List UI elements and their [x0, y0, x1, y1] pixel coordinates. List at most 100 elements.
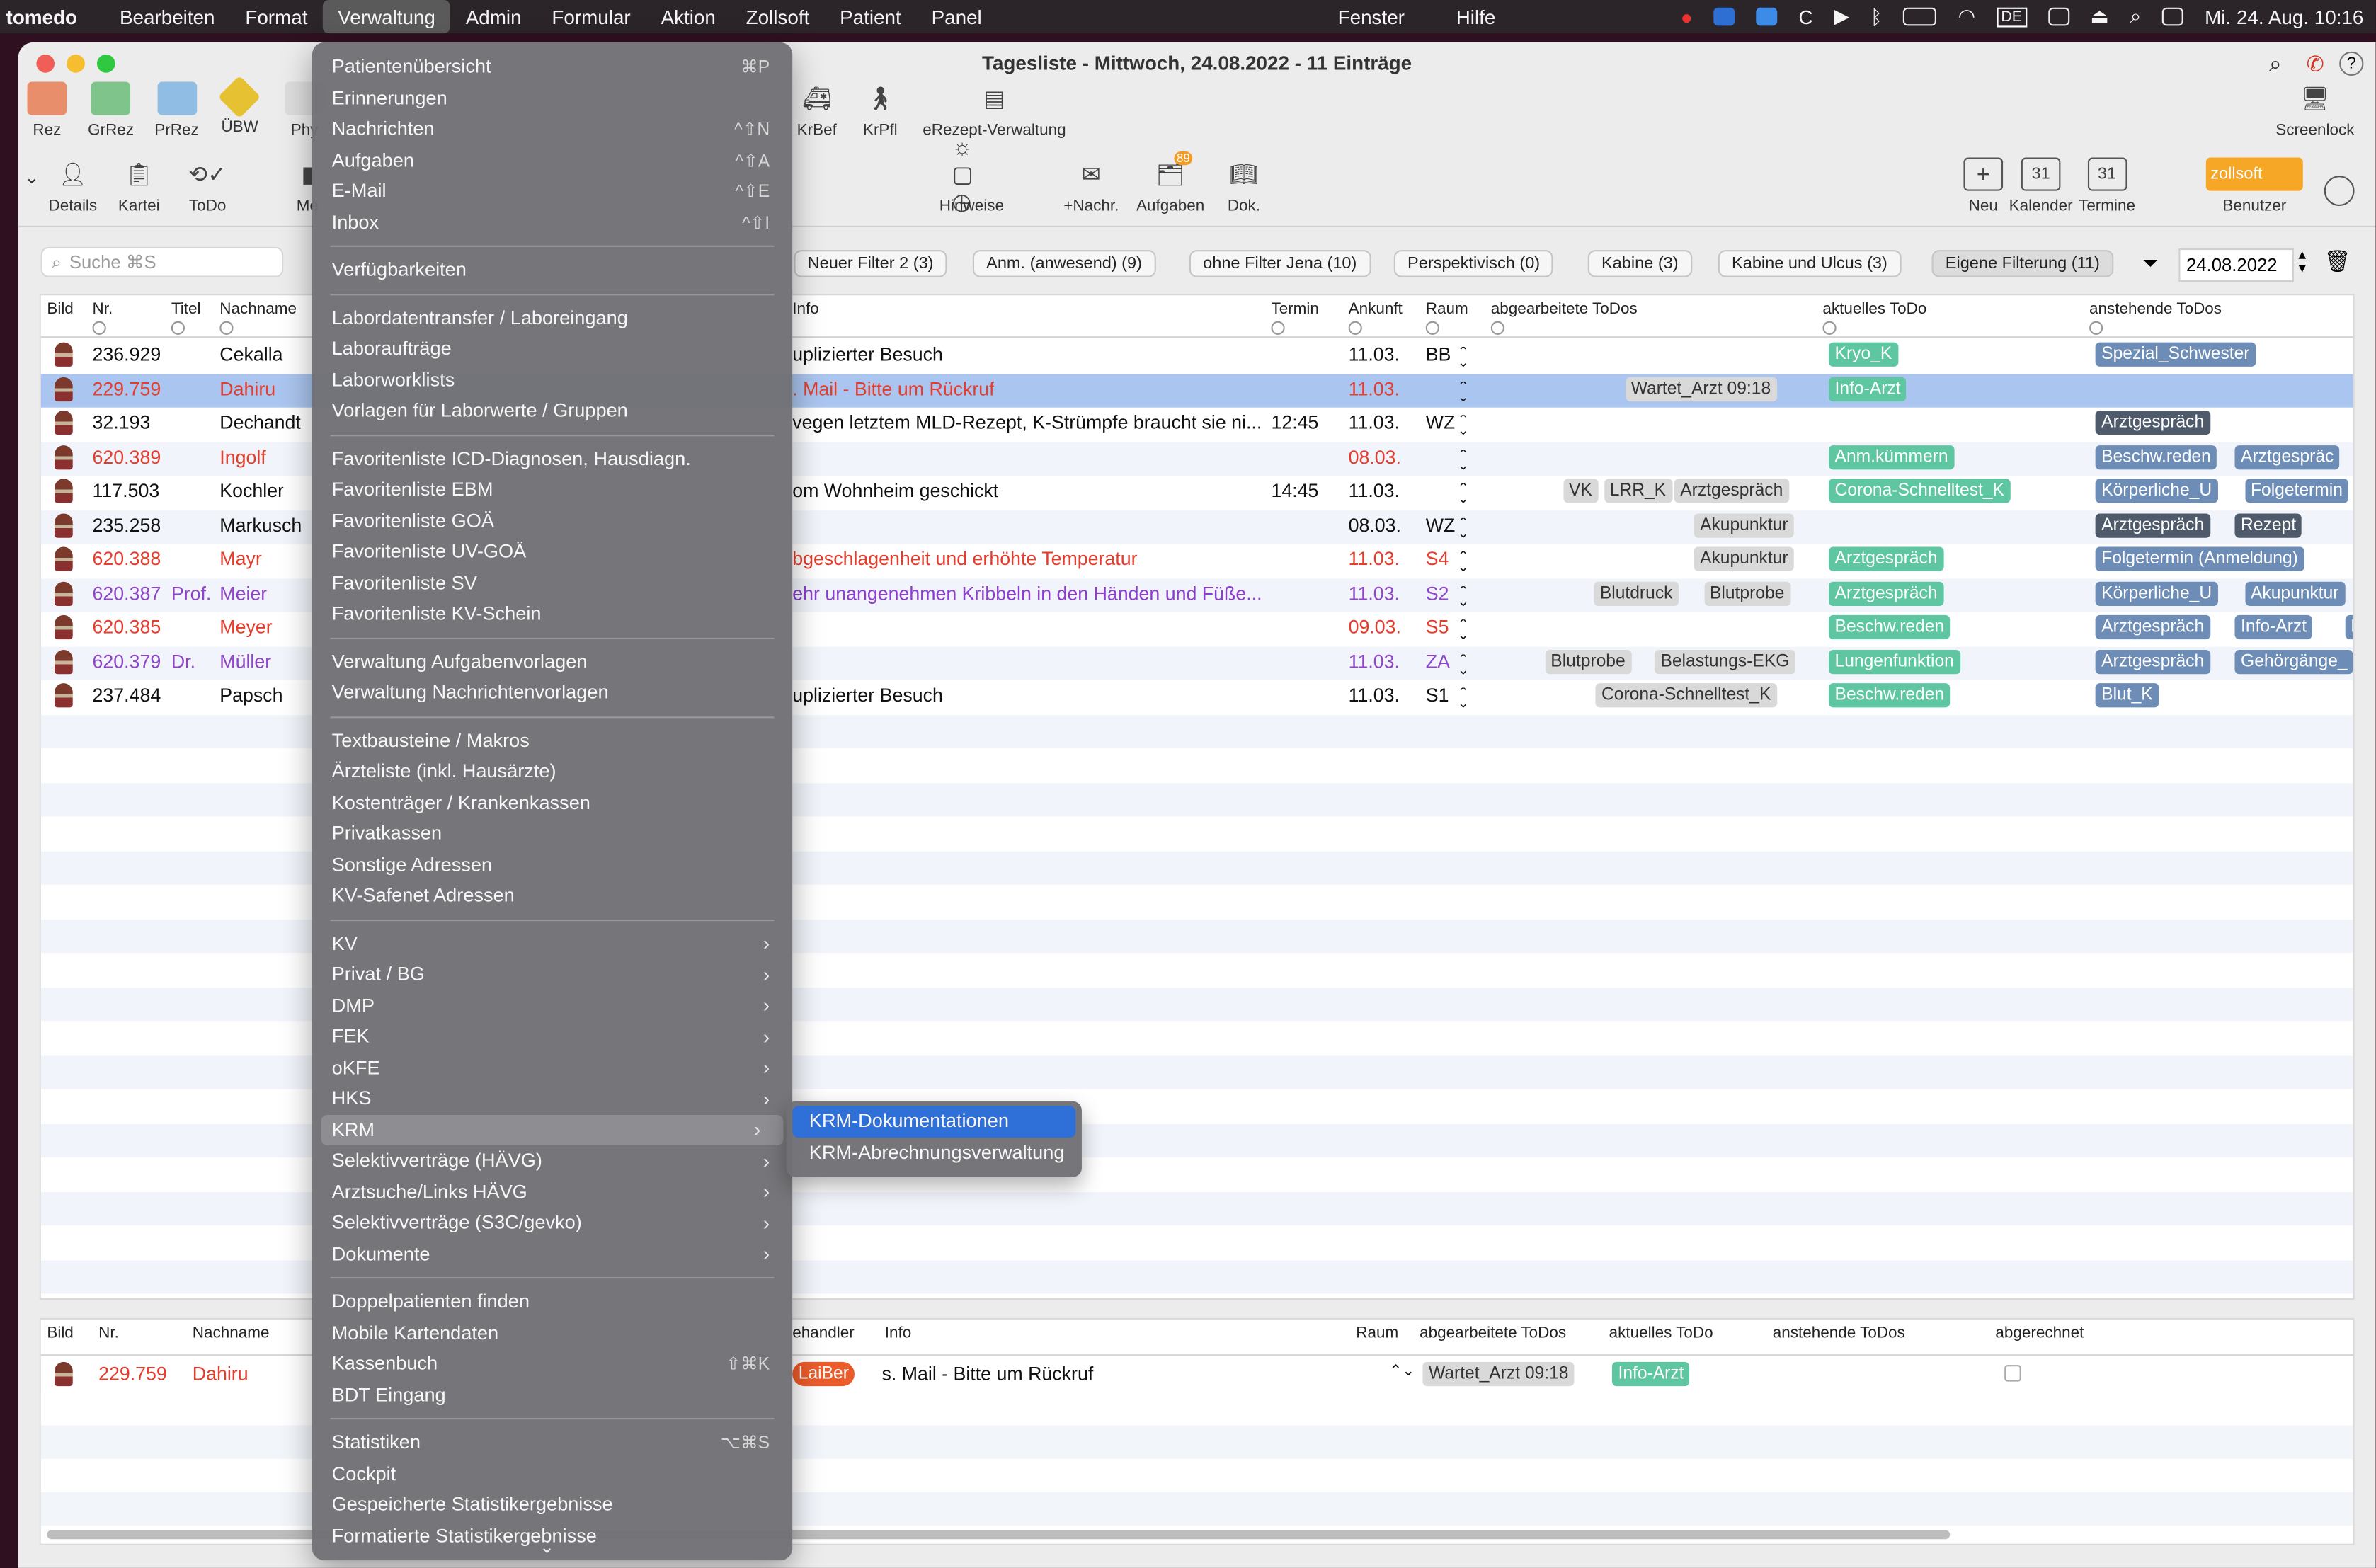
menu-patient[interactable]: Patient	[825, 0, 916, 33]
col-abgearbeitete[interactable]: abgearbeitete ToDos	[1490, 300, 1638, 335]
col-filter-icon[interactable]	[171, 321, 185, 335]
battery-icon[interactable]	[1903, 7, 1937, 26]
col-ankunft[interactable]: Ankunft	[1348, 300, 1403, 335]
menu-item[interactable]: FEK ›	[312, 1021, 792, 1052]
menu-item[interactable]: Favoritenliste KV-Schein	[312, 598, 792, 629]
todo-done-chip[interactable]: Blutprobe	[1544, 648, 1632, 674]
menu-item[interactable]: Verfügbarkeiten	[312, 255, 792, 286]
menu-item[interactable]: Favoritenliste SV	[312, 567, 792, 598]
nachricht-button[interactable]: ✉ +Nachr.	[1063, 158, 1119, 215]
lcol-info[interactable]: Info	[885, 1324, 911, 1342]
phone-icon[interactable]: ✆	[2307, 52, 2324, 77]
filter-tab-ohne-filter-jena[interactable]: ohne Filter Jena (10)	[1189, 250, 1371, 277]
menu-item[interactable]: Privatkassen	[312, 818, 792, 849]
col-aktuelles[interactable]: aktuelles ToDo	[1822, 300, 1926, 335]
rez-button[interactable]: Rez	[27, 81, 67, 139]
menu-item[interactable]: Kassenbuch ⇧⌘K	[312, 1349, 792, 1380]
menu-item[interactable]: Privat / BG ›	[312, 959, 792, 990]
detail-done-chip[interactable]: Wartet_Arzt 09:18	[1422, 1361, 1575, 1387]
todo-done-chip[interactable]: Akupunktur	[1694, 546, 1795, 571]
lcol-bild[interactable]: Bild	[47, 1324, 73, 1342]
todo-next-chip[interactable]: Arztgespräch	[2095, 410, 2210, 435]
todo-done-chip[interactable]: Blutprobe	[1703, 580, 1790, 605]
lcol-raum[interactable]: Raum	[1356, 1324, 1398, 1342]
menu-item[interactable]: Dokumente ›	[312, 1238, 792, 1269]
menu-item[interactable]: Verwaltung Aufgabenvorlagen	[312, 646, 792, 677]
col-filter-icon[interactable]	[1425, 321, 1440, 335]
app-status-icon[interactable]: ●	[1681, 5, 1693, 28]
lcol-aktuelles[interactable]: aktuelles ToDo	[1609, 1324, 1713, 1342]
grrez-button[interactable]: GrRez	[88, 81, 134, 139]
menu-item[interactable]: Nachrichten ^⇧N	[312, 114, 792, 145]
todo-next-chip[interactable]: Spezial_Schwester	[2095, 342, 2256, 367]
collapse-icon[interactable]: ⌄	[24, 166, 40, 188]
room-stepper-icon[interactable]: ⌃ ⌄	[1458, 585, 1469, 607]
menu-item[interactable]: Laborworklists	[312, 365, 792, 396]
room-stepper-icon[interactable]: ⌃ ⌄	[1458, 653, 1469, 675]
menu-item[interactable]: Textbausteine / Makros	[312, 725, 792, 756]
filter-tab-anm-anwesend[interactable]: Anm. (anwesend) (9)	[972, 250, 1156, 277]
detail-current-chip[interactable]: Info-Arzt	[1611, 1361, 1691, 1387]
wifi-icon[interactable]: ◠	[1958, 4, 1975, 28]
menu-item[interactable]: Favoritenliste GOÄ	[312, 505, 792, 537]
todo-done-chip[interactable]: Corona-Schnelltest_K	[1595, 683, 1777, 708]
lcol-nachname[interactable]: Nachname	[193, 1324, 270, 1342]
prrez-button[interactable]: PrRez	[154, 81, 199, 139]
app-menu[interactable]: tomedo	[6, 5, 77, 28]
todo-current-chip[interactable]: Beschw.reden	[1828, 614, 1951, 640]
termine-button[interactable]: 31 Termine	[2079, 157, 2135, 215]
lcol-abgearbeitete[interactable]: abgearbeitete ToDos	[1420, 1324, 1566, 1342]
filter-tab-kabine-ulcus[interactable]: Kabine und Ulcus (3)	[1718, 250, 1902, 277]
todo-next-chip[interactable]: Gehörgänge_	[2234, 648, 2353, 674]
todo-next-chip[interactable]: Blut_K	[2095, 683, 2159, 708]
col-nachname[interactable]: Nachname	[219, 300, 297, 335]
menu-item[interactable]: Mobile Kartendaten	[312, 1317, 792, 1349]
lcol-behandler[interactable]: ehandler	[792, 1324, 854, 1342]
room-stepper-icon[interactable]: ⌃ ⌄	[1458, 450, 1469, 471]
todo-done-chip[interactable]: Blutdruck	[1594, 580, 1679, 605]
menu-admin[interactable]: Admin	[450, 0, 537, 33]
trash-icon[interactable]: 🗑︎	[2324, 248, 2351, 274]
menu-item[interactable]: Gespeicherte Statistikergebnisse	[312, 1489, 792, 1521]
menu-item[interactable]: KV ›	[312, 928, 792, 959]
menu-item[interactable]: Cockpit	[312, 1458, 792, 1489]
col-filter-icon[interactable]	[92, 321, 106, 335]
todo-next-chip[interactable]: Akupunktur	[2244, 580, 2346, 605]
menu-item[interactable]: DMP ›	[312, 990, 792, 1021]
col-raum[interactable]: Raum	[1425, 300, 1468, 335]
room-stepper-icon[interactable]: ⌃ ⌄	[1458, 688, 1469, 709]
spotlight-icon[interactable]: ⌕	[2130, 4, 2142, 28]
room-stepper-icon[interactable]: ⌃ ⌄	[1458, 381, 1469, 402]
todo-current-chip[interactable]: Corona-Schnelltest_K	[1828, 479, 2011, 503]
submenu-krm-abrechnungsverwaltung[interactable]: KRM-Abrechnungsverwaltung	[792, 1137, 1075, 1168]
dok-button[interactable]: 📖︎ Dok.	[1224, 158, 1264, 215]
krbef-button[interactable]: 🚑︎ KrBef	[797, 82, 837, 139]
room-stepper-icon[interactable]: ⌃ ⌄	[1458, 517, 1469, 539]
neu-button[interactable]: + Neu	[1963, 157, 2004, 215]
menu-fenster[interactable]: Fenster	[1323, 0, 1420, 33]
erezept-button[interactable]: ▤ eRezept-Verwaltung	[923, 82, 1066, 139]
menu-verwaltung[interactable]: Verwaltung	[322, 0, 451, 34]
menu-scroll-down-icon[interactable]: ⌄	[539, 1536, 555, 1557]
help-icon[interactable]: ?	[2339, 51, 2364, 76]
todo-next-chip[interactable]: Info-Arzt	[2234, 614, 2313, 640]
todo-current-chip[interactable]: Anm.kümmern	[1828, 445, 1955, 469]
keyboard-layout-icon[interactable]: DE	[1996, 6, 2027, 27]
todo-next-chip[interactable]: Körperliche_U	[2095, 479, 2218, 503]
menu-item[interactable]: Vorlagen für Laborwerte / Gruppen	[312, 396, 792, 427]
todo-current-chip[interactable]: Beschw.reden	[1828, 683, 1951, 708]
todo-next-chip[interactable]: Rezept	[2234, 513, 2302, 537]
room-stepper-icon[interactable]: ⌃ ⌄	[1458, 415, 1469, 436]
col-titel[interactable]: Titel	[171, 300, 200, 335]
filter-funnel-icon[interactable]: ⏷	[2142, 251, 2158, 275]
filter-tab-kabine[interactable]: Kabine (3)	[1587, 250, 1692, 277]
lcol-abgerechnet[interactable]: abgerechnet	[1995, 1324, 2084, 1342]
menu-item[interactable]: E-Mail ^⇧E	[312, 176, 792, 207]
col-nr[interactable]: Nr.	[92, 300, 113, 335]
abgerechnet-checkbox[interactable]	[2004, 1365, 2021, 1382]
menu-bearbeiten[interactable]: Bearbeiten	[105, 0, 230, 33]
filter-tab-neuer-filter-2[interactable]: Neuer Filter 2 (3)	[794, 250, 947, 277]
todo-current-chip[interactable]: Arztgespräch	[1828, 546, 1944, 571]
todo-done-chip[interactable]: Akupunktur	[1694, 513, 1795, 537]
menu-item[interactable]: Labordatentransfer / Laboreingang	[312, 302, 792, 333]
